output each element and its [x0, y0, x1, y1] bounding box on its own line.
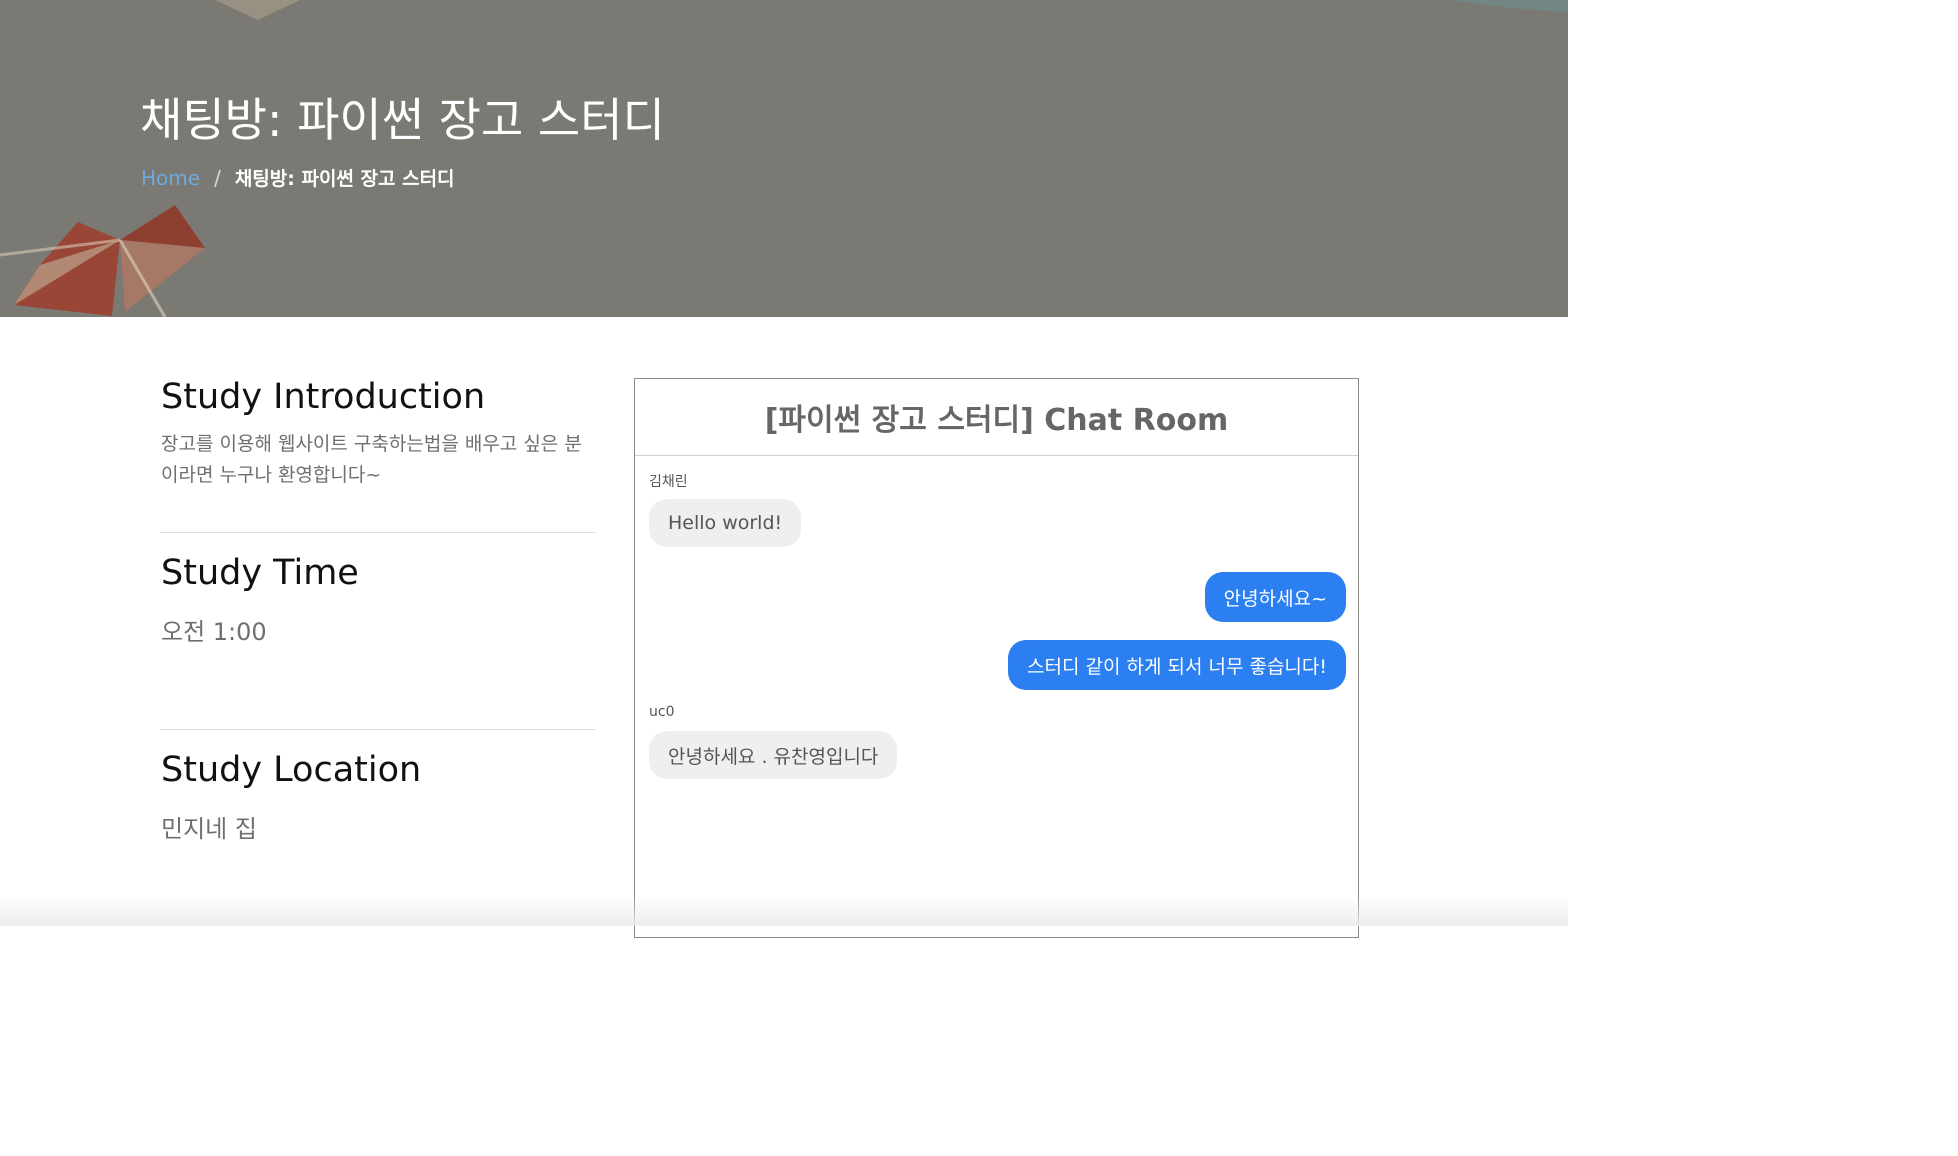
- section-divider: [160, 729, 596, 730]
- page-hero: 채팅방: 파이썬 장고 스터디 Home / 채팅방: 파이썬 장고 스터디: [0, 0, 1568, 317]
- outgoing-message-bubble: 안녕하세요~: [1204, 572, 1346, 622]
- study-time-section: Study Time 오전 1:00: [161, 553, 597, 648]
- study-time-value: 오전 1:00: [161, 618, 267, 646]
- study-location-heading: Study Location: [161, 750, 422, 790]
- chat-room-panel: [파이썬 장고 스터디] Chat Room 김채린 Hello world! …: [634, 378, 1359, 938]
- hero-background-image: [0, 0, 1568, 317]
- outgoing-message-bubble: 스터디 같이 하게 되서 너무 좋습니다!: [1007, 640, 1346, 690]
- study-introduction-heading: Study Introduction: [161, 377, 486, 417]
- incoming-message-bubble: 안녕하세요 . 유찬영입니다: [649, 731, 898, 779]
- breadcrumb: Home / 채팅방: 파이썬 장고 스터디: [141, 164, 455, 191]
- breadcrumb-separator: /: [214, 165, 221, 190]
- study-introduction-text: 장고를 이용해 웹사이트 구축하는법을 배우고 싶은 분이라면 누구나 환영합니…: [161, 433, 582, 486]
- incoming-message-bubble: Hello world!: [649, 499, 802, 547]
- breadcrumb-current: 채팅방: 파이썬 장고 스터디: [234, 168, 455, 190]
- page-title: 채팅방: 파이썬 장고 스터디: [140, 93, 665, 147]
- study-location-section: Study Location 민지네 집: [161, 750, 597, 845]
- message-sender: 김채린: [649, 474, 688, 490]
- study-location-value: 민지네 집: [161, 815, 257, 843]
- breadcrumb-home-link[interactable]: Home: [141, 166, 200, 190]
- section-divider: [160, 532, 596, 533]
- message-sender: uc0: [649, 704, 675, 720]
- chat-room-title: [파이썬 장고 스터디] Chat Room: [635, 379, 1358, 456]
- study-introduction-section: Study Introduction 장고를 이용해 웹사이트 구축하는법을 배…: [161, 377, 597, 491]
- study-time-heading: Study Time: [161, 553, 359, 593]
